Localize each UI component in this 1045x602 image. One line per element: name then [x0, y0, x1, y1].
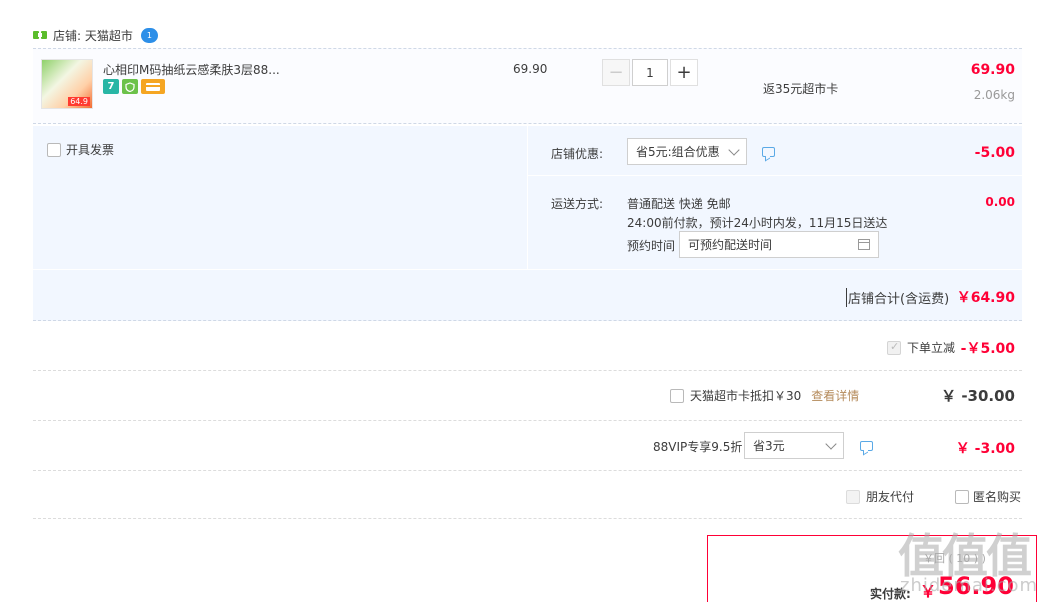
shop-icon	[33, 30, 47, 40]
vip-discount-select[interactable]: 省3元	[744, 432, 844, 459]
anonymous-checkbox[interactable]	[955, 489, 969, 504]
product-thumbnail[interactable]: 64.9	[41, 59, 93, 109]
card-deduct-details-link[interactable]: 查看详情	[811, 387, 859, 404]
anonymous-option[interactable]: 匿名购买	[955, 488, 1021, 505]
shop-total-label: 店铺合计(含运费)	[846, 288, 949, 307]
item-line-total: 69.90	[970, 62, 1015, 78]
divider	[33, 518, 1022, 519]
watermark-site: zhidemai.com	[900, 575, 1039, 596]
instant-discount-option: 下单立减	[887, 339, 955, 356]
shop-total-amount: ￥64.90	[956, 290, 1015, 306]
shop-discount-select[interactable]: 省5元:组合优惠	[627, 138, 747, 165]
increase-quantity-button[interactable]: +	[670, 59, 698, 86]
quantity-input[interactable]: 1	[632, 59, 668, 86]
shop-discount-value: 省5元:组合优惠	[636, 145, 720, 159]
shop-discount-label: 店铺优惠:	[551, 147, 604, 161]
divider	[33, 420, 1022, 421]
item-row	[33, 48, 1022, 124]
invoice-checkbox[interactable]	[47, 142, 61, 157]
divider	[33, 470, 1022, 471]
divider	[33, 370, 1022, 371]
invoice-label: 开具发票	[66, 143, 115, 157]
chevron-down-icon	[728, 143, 740, 156]
thumbnail-price-tag: 64.9	[68, 97, 90, 106]
calendar-icon	[858, 239, 870, 250]
anonymous-label: 匿名购买	[973, 490, 1022, 504]
cashback-note: 返35元超市卡	[763, 82, 839, 96]
guarantee-shield-icon	[122, 79, 138, 94]
quantity-stepper: − 1 +	[602, 59, 698, 86]
product-badges: 7	[103, 79, 165, 94]
reserve-time-input[interactable]: 可预约配送时间	[679, 231, 879, 258]
vip-discount-amount: ￥ -3.00	[955, 441, 1015, 457]
card-payment-icon	[141, 79, 165, 94]
chevron-down-icon	[825, 437, 837, 450]
reserve-time-label: 预约时间	[627, 239, 676, 253]
unit-price: 69.90	[513, 62, 548, 76]
vip-discount-value: 省3元	[753, 439, 785, 453]
delivery-amount: 0.00	[985, 195, 1015, 209]
friend-pay-label: 朋友代付	[866, 490, 915, 504]
options-divider	[527, 175, 1022, 176]
reserve-time-placeholder: 可预约配送时间	[688, 238, 773, 252]
card-deduct-checkbox[interactable]	[670, 388, 684, 403]
friend-pay-checkbox	[846, 489, 860, 504]
item-weight: 2.06kg	[973, 88, 1015, 102]
friend-pay-option: 朋友代付	[846, 488, 914, 505]
shop-header: 店铺: 天猫超市 1	[33, 26, 158, 44]
delivery-method: 普通配送 快递 免邮	[627, 197, 731, 211]
shop-name[interactable]: 店铺: 天猫超市	[53, 27, 133, 44]
card-deduct-option[interactable]: 天猫超市卡抵扣￥30 查看详情	[670, 387, 859, 404]
instant-discount-checkbox	[887, 340, 901, 355]
card-deduct-amount: ￥ -30.00	[941, 387, 1015, 405]
instant-discount-amount: -￥5.00	[960, 341, 1015, 357]
wangwang-chat-icon[interactable]: 1	[140, 27, 158, 43]
shop-discount-amount: -5.00	[974, 145, 1015, 161]
delivery-eta: 24:00前付款，预计24小时内发，11月15日送达	[627, 216, 888, 230]
seven-day-return-icon: 7	[103, 79, 119, 94]
discount-info-icon[interactable]	[762, 147, 775, 157]
card-deduct-label: 天猫超市卡抵扣￥30	[690, 389, 802, 403]
vip-info-icon[interactable]	[860, 441, 873, 451]
decrease-quantity-button[interactable]: −	[602, 59, 630, 86]
instant-discount-label: 下单立减	[907, 341, 956, 355]
product-title[interactable]: 心相印M码抽纸云感柔肤3层88...	[103, 61, 280, 78]
delivery-label: 运送方式:	[551, 197, 604, 211]
vip-discount-label: 88VIP专享9.5折	[653, 440, 743, 454]
invoice-option[interactable]: 开具发票	[47, 141, 114, 158]
